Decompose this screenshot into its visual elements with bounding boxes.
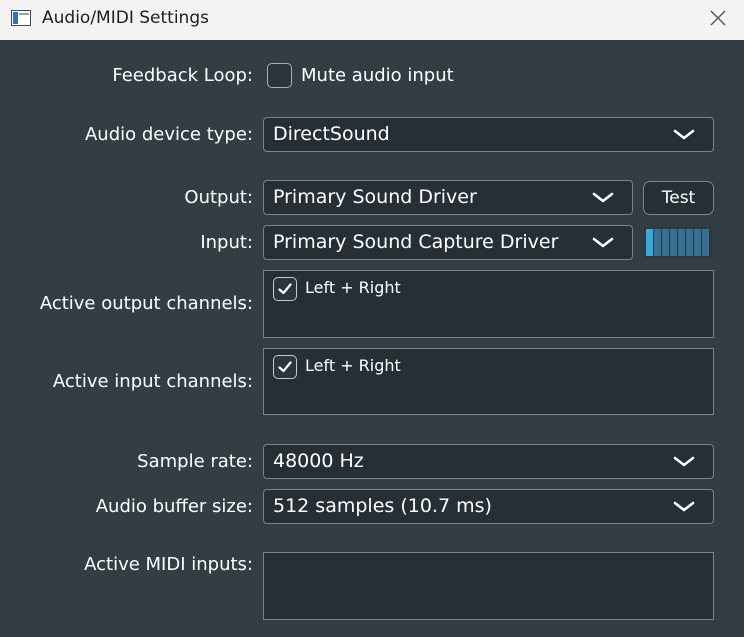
meter-segment xyxy=(686,229,693,256)
input-value: Primary Sound Capture Driver xyxy=(273,231,559,253)
meter-segment xyxy=(694,229,701,256)
chevron-down-icon xyxy=(592,237,614,248)
meter-segment xyxy=(670,229,677,256)
audio-buffer-size-dropdown[interactable]: 512 samples (10.7 ms) xyxy=(263,489,714,524)
output-left-right-checkbox[interactable] xyxy=(273,277,297,301)
meter-segment xyxy=(702,229,709,256)
output-value: Primary Sound Driver xyxy=(273,186,477,208)
input-label: Input: xyxy=(200,232,253,253)
sample-rate-label: Sample rate: xyxy=(137,451,253,472)
test-button-label: Test xyxy=(661,188,696,208)
active-output-channels-list[interactable]: Left + Right xyxy=(263,270,714,338)
output-channel-label: Left + Right xyxy=(305,278,401,297)
close-button[interactable] xyxy=(692,0,744,40)
input-channel-label: Left + Right xyxy=(305,356,401,375)
input-left-right-checkbox[interactable] xyxy=(273,355,297,379)
sample-rate-value: 48000 Hz xyxy=(273,450,364,472)
audio-buffer-size-value: 512 samples (10.7 ms) xyxy=(273,495,492,517)
audio-device-type-value: DirectSound xyxy=(273,123,390,145)
mute-audio-input-label: Mute audio input xyxy=(301,65,454,86)
audio-buffer-size-label: Audio buffer size: xyxy=(95,496,253,517)
active-output-channels-label: Active output channels: xyxy=(39,293,253,314)
chevron-down-icon xyxy=(673,129,695,140)
meter-segment xyxy=(654,229,661,256)
output-dropdown[interactable]: Primary Sound Driver xyxy=(263,180,633,215)
active-input-channels-label: Active input channels: xyxy=(52,371,253,392)
input-dropdown[interactable]: Primary Sound Capture Driver xyxy=(263,225,633,260)
active-midi-inputs-label: Active MIDI inputs: xyxy=(84,554,253,575)
test-button[interactable]: Test xyxy=(643,181,714,215)
output-label: Output: xyxy=(184,187,253,208)
checkmark-icon xyxy=(278,361,292,373)
meter-segment xyxy=(662,229,669,256)
chevron-down-icon xyxy=(673,456,695,467)
chevron-down-icon xyxy=(592,192,614,203)
close-icon xyxy=(710,10,726,26)
window-icon xyxy=(11,10,31,26)
checkmark-icon xyxy=(278,283,292,295)
active-input-channels-list[interactable]: Left + Right xyxy=(263,348,714,415)
mute-audio-input-checkbox[interactable] xyxy=(267,63,292,88)
feedback-loop-label: Feedback Loop: xyxy=(112,65,253,86)
meter-segment xyxy=(678,229,685,256)
active-midi-inputs-list[interactable] xyxy=(263,552,714,620)
audio-device-type-dropdown[interactable]: DirectSound xyxy=(263,117,714,152)
title-bar: Audio/MIDI Settings xyxy=(0,0,744,40)
audio-device-type-label: Audio device type: xyxy=(84,124,253,145)
chevron-down-icon xyxy=(673,501,695,512)
window-title: Audio/MIDI Settings xyxy=(42,8,209,28)
meter-segment xyxy=(646,229,653,256)
sample-rate-dropdown[interactable]: 48000 Hz xyxy=(263,444,714,479)
input-level-meter xyxy=(644,227,712,258)
